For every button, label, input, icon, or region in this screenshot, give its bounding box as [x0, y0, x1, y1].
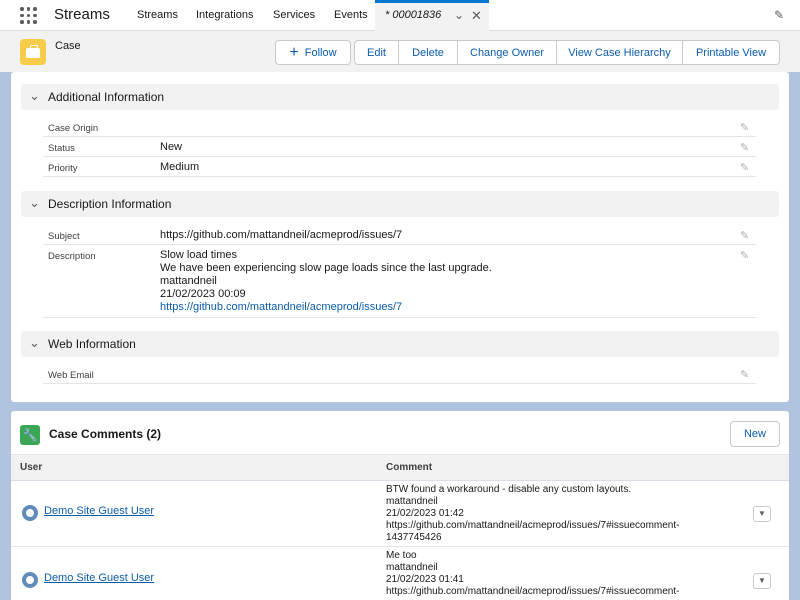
follow-button-group: + Follow — [275, 40, 351, 65]
field-value-description: Slow load times We have been experiencin… — [160, 249, 492, 314]
field-value-priority: Medium — [160, 161, 200, 173]
tab-label: * 00001836 — [385, 9, 442, 21]
record-header: Case + Follow Edit Delete Change Owner V… — [0, 31, 800, 72]
follow-label: Follow — [304, 46, 337, 59]
wrench-icon: 🔧 — [20, 425, 40, 445]
description-link[interactable]: https://github.com/mattandneil/acmeprod/… — [160, 301, 492, 314]
description-line: mattandneil — [160, 275, 217, 287]
pencil-icon[interactable]: ✎ — [740, 229, 749, 242]
case-comments-title[interactable]: Case Comments (2) — [49, 427, 161, 441]
divider — [43, 136, 756, 137]
comment-text: Me too mattandneil 21/02/2023 01:41 https:/… — [386, 550, 679, 598]
field-value-subject: https://github.com/mattandneil/acmeprod/… — [160, 229, 403, 241]
edit-button[interactable]: Edit — [354, 40, 399, 65]
description-line: We have been experiencing slow page load… — [160, 262, 492, 274]
description-line: Slow load times — [160, 249, 238, 261]
comment-line: 21/02/2023 01:41 — [386, 574, 464, 585]
briefcase-icon — [20, 39, 46, 65]
app-name: Streams — [54, 6, 110, 23]
user-link[interactable]: Demo Site Guest User — [44, 505, 154, 517]
new-comment-button[interactable]: New — [730, 421, 780, 447]
user-link[interactable]: Demo Site Guest User — [44, 572, 154, 584]
pencil-icon[interactable]: ✎ — [740, 249, 749, 262]
section-title: Web Information — [48, 337, 136, 351]
plus-icon: + — [289, 43, 299, 61]
row-actions-dropdown-icon[interactable]: ▼ — [753, 506, 771, 522]
section-title: Description Information — [48, 197, 172, 211]
field-label-status: Status — [48, 143, 75, 154]
field-label-web-email: Web Email — [48, 370, 94, 381]
field-label-subject: Subject — [48, 231, 80, 242]
divider — [43, 176, 756, 177]
divider — [43, 317, 756, 318]
delete-button[interactable]: Delete — [399, 40, 458, 65]
field-label-case-origin: Case Origin — [48, 123, 99, 134]
nav-item-services[interactable]: Services — [273, 9, 315, 21]
pencil-icon[interactable]: ✎ — [740, 141, 749, 154]
field-label-priority: Priority — [48, 163, 78, 174]
row-actions-dropdown-icon[interactable]: ▼ — [753, 573, 771, 589]
column-header-user[interactable]: User — [20, 462, 42, 473]
pencil-icon[interactable]: ✎ — [740, 161, 749, 174]
view-case-hierarchy-button[interactable]: View Case Hierarchy — [557, 40, 683, 65]
comment-line: Me too — [386, 550, 417, 561]
comment-text: BTW found a workaround - disable any cus… — [386, 484, 679, 544]
action-button-group: Edit Delete Change Owner View Case Hiera… — [354, 40, 780, 65]
divider — [43, 244, 756, 245]
app-launcher-icon[interactable] — [20, 7, 37, 24]
table-row: Demo Site Guest User BTW found a workaro… — [11, 481, 789, 547]
comment-line: 1437745426 — [386, 532, 442, 543]
comments-table-header: User Comment — [11, 454, 789, 481]
section-additional-information[interactable]: ⌄ Additional Information — [21, 84, 779, 110]
tab-case-00001836[interactable]: * 00001836 ⌄ ✕ — [375, 0, 489, 31]
chevron-down-icon: ⌄ — [29, 195, 40, 210]
comment-line: https://github.com/mattandneil/acmeprod/… — [386, 520, 680, 531]
comment-line: mattandneil — [386, 496, 438, 507]
divider — [43, 383, 756, 384]
nav-item-events[interactable]: Events — [334, 9, 368, 21]
comment-line: 21/02/2023 01:42 — [386, 508, 464, 519]
section-description-information[interactable]: ⌄ Description Information — [21, 191, 779, 217]
chevron-down-icon: ⌄ — [29, 88, 40, 103]
avatar-icon — [22, 572, 38, 588]
pencil-icon[interactable]: ✎ — [774, 8, 784, 22]
avatar-icon — [22, 505, 38, 521]
follow-button[interactable]: + Follow — [275, 40, 351, 65]
record-object-label: Case — [55, 40, 81, 52]
column-header-comment[interactable]: Comment — [386, 462, 432, 473]
section-web-information[interactable]: ⌄ Web Information — [21, 331, 779, 357]
nav-item-integrations[interactable]: Integrations — [196, 9, 253, 21]
comment-line: BTW found a workaround - disable any cus… — [386, 484, 632, 495]
printable-view-button[interactable]: Printable View — [683, 40, 780, 65]
close-icon[interactable]: ✕ — [471, 8, 482, 24]
table-row: Demo Site Guest User Me too mattandneil 21… — [11, 548, 789, 600]
chevron-down-icon: ⌄ — [29, 335, 40, 350]
field-label-description: Description — [48, 251, 96, 262]
divider — [43, 156, 756, 157]
field-value-status: New — [160, 141, 183, 153]
pencil-icon[interactable]: ✎ — [740, 368, 749, 381]
comment-line: mattandneil — [386, 562, 438, 573]
section-title: Additional Information — [48, 90, 165, 104]
pencil-icon[interactable]: ✎ — [740, 121, 749, 134]
nav-item-streams[interactable]: Streams — [137, 9, 178, 21]
description-line: 21/02/2023 00:09 — [160, 288, 246, 300]
chevron-down-icon[interactable]: ⌄ — [454, 8, 464, 22]
comment-line: https://github.com/mattandneil/acmeprod/… — [386, 586, 680, 597]
change-owner-button[interactable]: Change Owner — [458, 40, 557, 65]
global-nav-bar: Streams Streams Integrations Services Ev… — [0, 0, 800, 31]
